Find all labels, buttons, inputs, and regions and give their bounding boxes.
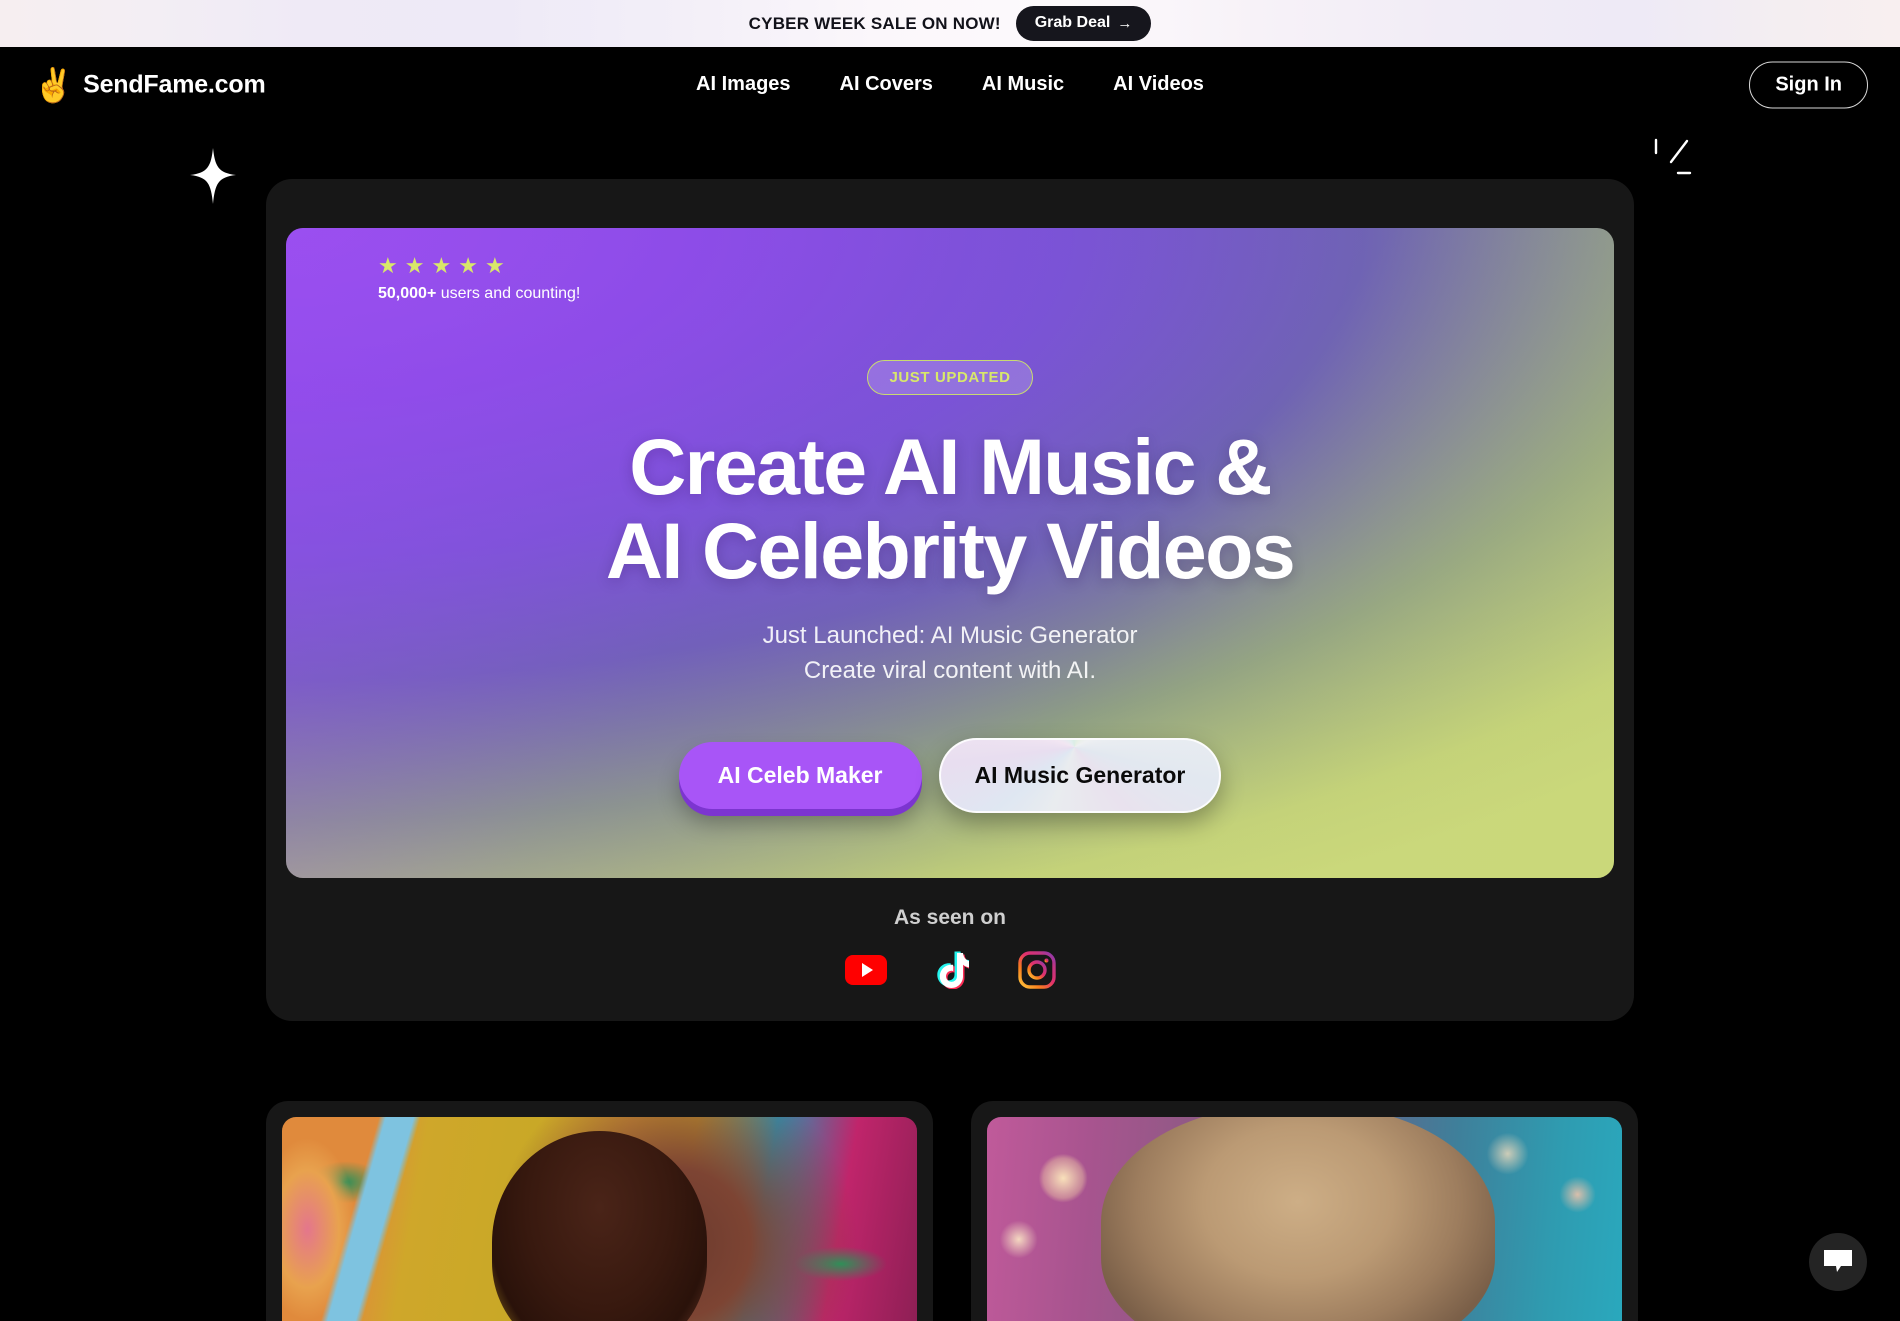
star-icon: ★ (484, 253, 505, 278)
sign-in-button[interactable]: Sign In (1749, 61, 1868, 108)
sparkle-lines-icon (1654, 138, 1692, 175)
hero-title-line-1: Create AI Music & (629, 422, 1272, 511)
cta-button-row: AI Celeb Maker AI Music Generator (678, 737, 1222, 813)
star-icon: ★ (404, 253, 425, 278)
hero-subtitle: Just Launched: AI Music Generator Create… (763, 619, 1138, 687)
hero-subtitle-line-1: Just Launched: AI Music Generator (762, 622, 1138, 650)
ai-portrait-image-2 (987, 1117, 1622, 1321)
hero-content: JUST UPDATED Create AI Music & AI Celebr… (286, 360, 1614, 813)
star-icon: ★ (378, 253, 398, 278)
ai-portrait-image-1 (282, 1117, 917, 1321)
nav-item-ai-covers[interactable]: AI Covers (840, 73, 933, 96)
chat-bubble-icon (1824, 1250, 1852, 1272)
rating-count-text: 50,000+ users and counting! (378, 285, 580, 303)
grab-deal-button[interactable]: Grab Deal → (1015, 6, 1152, 41)
main-navbar: ✌️ SendFame.com AI Images AI Covers AI M… (0, 47, 1900, 122)
rating-block: ★ ★ ★ ★ ★ 50,000+ users and counting! (378, 255, 580, 303)
sparkle-icon (190, 148, 236, 204)
social-icons-row (844, 951, 1056, 989)
brand-logo[interactable]: ✌️ SendFame.com (33, 66, 266, 103)
as-seen-on-block: As seen on (266, 906, 1634, 989)
nav-item-ai-videos[interactable]: AI Videos (1113, 73, 1204, 96)
chat-widget-button[interactable] (1809, 1233, 1867, 1291)
arrow-right-icon: → (1117, 14, 1133, 32)
instagram-icon[interactable] (1017, 951, 1056, 989)
star-icon: ★ (458, 253, 478, 278)
as-seen-on-label: As seen on (893, 906, 1007, 929)
nav-links: AI Images AI Covers AI Music AI Videos (696, 73, 1204, 96)
ai-music-generator-label: AI Music Generator (974, 761, 1186, 788)
ai-portrait-card-1[interactable] (266, 1101, 933, 1321)
promo-banner: CYBER WEEK SALE ON NOW! Grab Deal → (0, 0, 1900, 47)
ai-music-generator-button[interactable]: AI Music Generator (938, 737, 1222, 813)
youtube-icon[interactable] (844, 955, 887, 985)
brand-name: SendFame.com (83, 70, 266, 98)
page-title: Create AI Music & AI Celebrity Videos (605, 422, 1296, 595)
nav-item-ai-music[interactable]: AI Music (982, 73, 1064, 96)
star-icon: ★ (431, 253, 452, 278)
peace-hand-icon: ✌️ (33, 66, 75, 103)
hero-title-line-2: AI Celebrity Videos (605, 505, 1296, 595)
hero-section: ★ ★ ★ ★ ★ 50,000+ users and counting! JU… (266, 179, 1634, 1021)
rating-count-number: 50,000+ (378, 285, 437, 302)
tiktok-icon[interactable] (936, 951, 969, 989)
promo-banner-text: CYBER WEEK SALE ON NOW! (748, 13, 1001, 33)
nav-item-ai-images[interactable]: AI Images (696, 73, 790, 96)
status-badge[interactable]: JUST UPDATED (867, 360, 1033, 395)
hero-subtitle-line-2: Create viral content with AI. (803, 656, 1097, 684)
ai-portrait-card-2[interactable] (971, 1101, 1638, 1321)
star-rating: ★ ★ ★ ★ ★ (378, 255, 580, 277)
grab-deal-label: Grab Deal (1034, 14, 1111, 31)
ai-celeb-maker-button[interactable]: AI Celeb Maker (678, 741, 922, 809)
rating-count-suffix: users and counting! (436, 285, 581, 302)
hero-gradient-panel: ★ ★ ★ ★ ★ 50,000+ users and counting! JU… (286, 228, 1614, 878)
